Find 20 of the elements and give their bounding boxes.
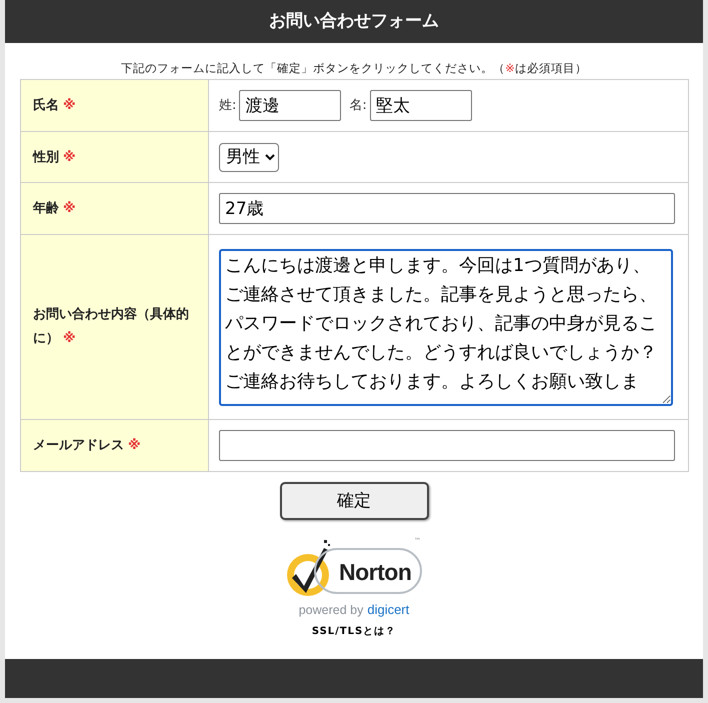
first-name-field[interactable]: 堅太 [370, 90, 472, 122]
tagline: powered by [298, 602, 364, 620]
field-label: お問い合わせ内容（具体的に） ※ [33, 307, 189, 346]
ssl-link[interactable]: SSL/TLSとは？ [312, 624, 396, 639]
last-name-field[interactable]: 渡邊 [239, 90, 342, 122]
field-label: メールアドレス ※ [33, 438, 141, 453]
field-label: 名: [349, 97, 367, 115]
form-title: お問い合わせフォーム [269, 10, 439, 33]
instruction-text: 下記のフォームに記入して「確定」ボタンをクリックしてください。（※は必須項目） [120, 60, 588, 77]
partner-name: digicert [367, 601, 410, 620]
email-field[interactable] [219, 430, 675, 462]
message-field[interactable]: こんにちは渡邊と申します。今回は1つ質問があり、ご連絡させて頂きました。記事を見ようと思ったら、パスワードでロックされており、記事の中身が見ることができませんでした。どうすれば良いでしょうか？ご連絡お待ちしております。よろしくお願い致しま [219, 248, 673, 406]
age-field[interactable]: 27歳 [219, 193, 675, 224]
brand-name: Norton [339, 558, 412, 588]
field-label: 年齢 ※ [33, 201, 76, 216]
gender-select[interactable]: 男性 [219, 142, 279, 172]
submit-button[interactable]: 確定 [280, 482, 428, 520]
field-label: 氏名 ※ [33, 98, 76, 113]
field-label: 姓: [219, 97, 236, 115]
field-label: 性別 ※ [33, 150, 76, 164]
